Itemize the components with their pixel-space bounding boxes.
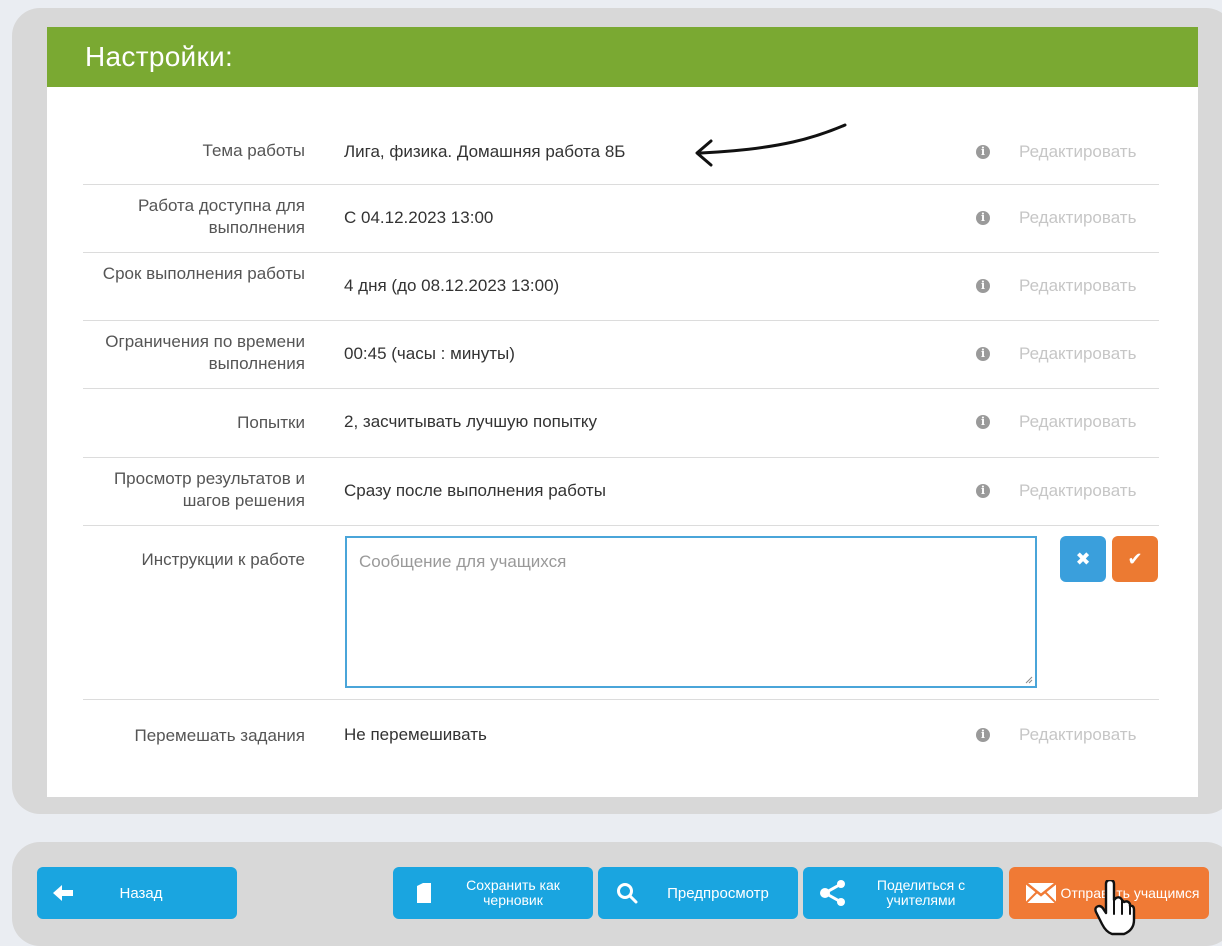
edit-link[interactable]: Редактировать [1019,344,1136,364]
edit-link[interactable]: Редактировать [1019,276,1136,296]
info-icon[interactable]: i [976,728,990,742]
hand-cursor-icon [1094,880,1136,936]
save-draft-button[interactable]: Сохранить как черновик [393,867,593,919]
share-icon [820,880,845,906]
save-draft-label: Сохранить как черновик [466,877,560,908]
row-value: 00:45 (часы : минуты) [344,344,515,363]
setting-row-topic: Тема работы Лига, физика. Домашняя работ… [83,87,1159,185]
row-label: Перемешать задания [134,726,305,745]
row-value: Лига, физика. Домашняя работа 8Б [344,142,626,161]
row-label: Инструкции к работе [141,550,305,569]
search-icon [617,883,638,904]
settings-header: Настройки: [47,27,1198,87]
edit-link[interactable]: Редактировать [1019,481,1136,501]
share-teachers-button[interactable]: Поделиться с учителями [803,867,1003,919]
back-button[interactable]: Назад [37,867,237,919]
info-icon[interactable]: i [976,415,990,429]
setting-row-results-view: Просмотр результатов и шагов решения Сра… [83,457,1159,526]
edit-link[interactable]: Редактировать [1019,208,1136,228]
info-icon[interactable]: i [976,484,990,498]
row-label: Тема работы [202,141,305,160]
instructions-placeholder: Сообщение для учащихся [359,552,567,571]
preview-button[interactable]: Предпросмотр [598,867,798,919]
share-label: Поделиться с учителями [876,877,966,908]
info-icon[interactable]: i [976,211,990,225]
setting-row-attempts: Попытки 2, засчитывать лучшую попытку i … [83,388,1159,458]
row-label: Работа доступна для выполнения [138,196,305,237]
row-label: Срок выполнения работы [102,264,305,283]
info-icon[interactable]: i [976,145,990,159]
edit-link[interactable]: Редактировать [1019,725,1136,745]
preview-label: Предпросмотр [667,884,769,902]
row-label: Ограничения по времени выполнения [105,332,305,373]
row-value: 4 дня (до 08.12.2023 13:00) [344,276,560,295]
confirm-button[interactable]: ✔ [1112,536,1158,582]
setting-row-deadline: Срок выполнения работы 4 дня (до 08.12.2… [83,252,1159,321]
row-label: Просмотр результатов и шагов решения [113,469,305,510]
checkmark-icon: ✔ [1127,549,1143,569]
resize-grip-icon[interactable] [1023,674,1033,684]
mail-icon [1025,882,1057,904]
edit-link[interactable]: Редактировать [1019,142,1136,162]
arrow-annotation-icon [695,123,847,167]
setting-row-available: Работа доступна для выполнения С 04.12.2… [83,184,1159,253]
close-icon: ✖ [1075,549,1091,569]
setting-row-time-limit: Ограничения по времени выполнения 00:45 … [83,320,1159,389]
settings-card: Настройки: Тема работы Лига, физика. Дом… [47,27,1198,797]
back-label: Назад [119,884,163,902]
edit-link[interactable]: Редактировать [1019,412,1136,432]
info-icon[interactable]: i [976,279,990,293]
arrow-left-icon [53,885,73,901]
row-value: Не перемешивать [344,725,487,744]
setting-row-shuffle: Перемешать задания Не перемешивать i Ред… [83,699,1159,771]
page-title: Настройки: [85,41,234,72]
cancel-button[interactable]: ✖ [1060,536,1106,582]
row-label: Попытки [237,413,305,432]
row-value: Сразу после выполнения работы [344,481,606,500]
instructions-textarea[interactable]: Сообщение для учащихся [345,536,1037,688]
row-value: 2, засчитывать лучшую попытку [344,412,597,431]
info-icon[interactable]: i [976,347,990,361]
document-icon [417,883,431,903]
row-value: С 04.12.2023 13:00 [344,208,494,227]
